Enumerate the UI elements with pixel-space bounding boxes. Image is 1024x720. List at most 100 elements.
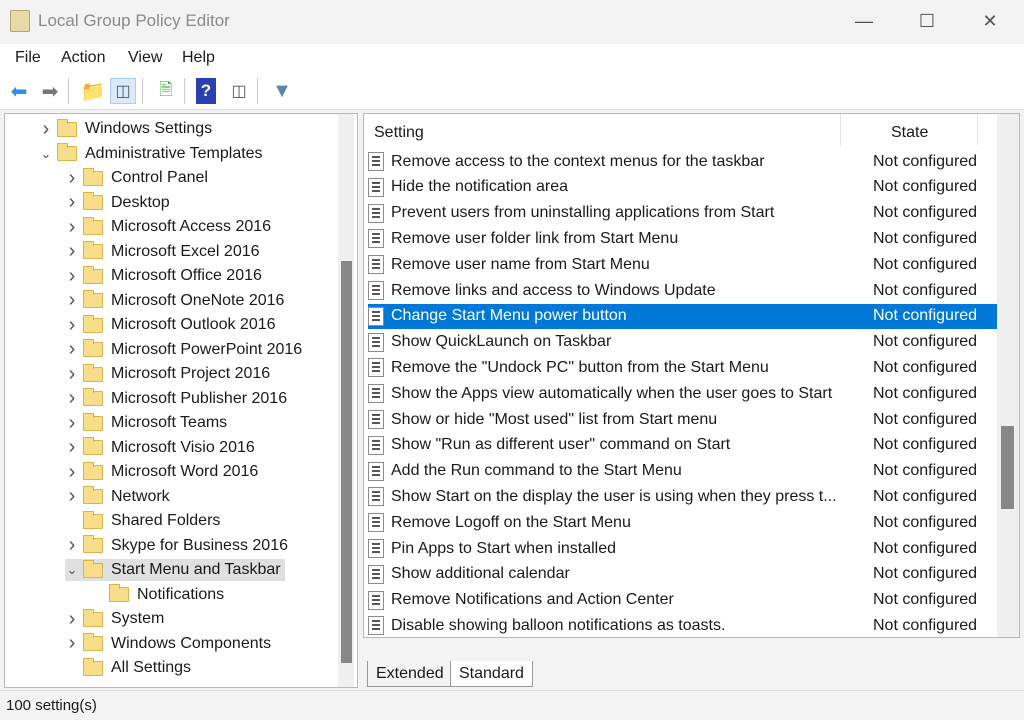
chevron-right-icon[interactable]: › [65,608,79,631]
help-icon[interactable]: ? [196,78,216,104]
chevron-right-icon[interactable]: › [65,461,79,484]
tree-item[interactable]: › Microsoft Publisher 2016 [65,387,291,410]
chevron-right-icon[interactable]: › [65,387,79,410]
tree-item[interactable]: › Microsoft Excel 2016 [65,240,264,263]
setting-row[interactable]: Remove Notifications and Action Center No… [368,588,998,613]
tree-item[interactable]: ⌄ Administrative Templates [39,143,267,165]
tree-item[interactable]: › Microsoft Access 2016 [65,216,275,238]
menu-file[interactable]: File [15,49,41,67]
tree-item[interactable]: Shared Folders [65,510,224,532]
setting-row[interactable]: Remove user name from Start Menu Not conf… [368,252,998,277]
tree-item[interactable]: › Microsoft Word 2016 [65,461,262,483]
policy-setting-icon [368,410,384,429]
chevron-right-icon[interactable]: › [65,240,79,263]
up-folder-icon[interactable]: 📁 [80,78,106,104]
tree-item[interactable]: › Microsoft OneNote 2016 [65,289,288,312]
list-vertical-scrollbar-thumb[interactable] [1001,426,1014,509]
back-arrow-icon[interactable]: ⬅ [6,78,32,104]
tree-item[interactable]: › System [65,608,168,630]
menu-help[interactable]: Help [182,49,215,67]
chevron-right-icon[interactable]: › [65,191,79,214]
chevron-right-icon[interactable]: › [65,314,79,337]
setting-row[interactable]: Pin Apps to Start when installed Not conf… [368,536,998,561]
chevron-right-icon[interactable]: › [65,167,79,190]
setting-row[interactable]: Remove links and access to Windows Updat… [368,278,998,303]
chevron-right-icon[interactable]: › [65,534,79,557]
setting-row[interactable]: Show the Apps view automatically when th… [368,381,998,406]
tree-item[interactable]: All Settings [65,657,195,679]
setting-row[interactable]: Remove user folder link from Start Menu N… [368,226,998,251]
close-button[interactable]: ✕ [970,8,1010,34]
chevron-right-icon[interactable]: › [65,265,79,288]
filter-icon[interactable]: ▼ [269,78,295,104]
setting-row[interactable]: Show or hide "Most used" list from Start… [368,407,998,432]
tree-scrollbar-thumb[interactable] [341,261,352,663]
chevron-right-icon[interactable]: › [65,338,79,361]
tree-item[interactable]: › Control Panel [65,167,212,189]
tree-item[interactable]: › Microsoft PowerPoint 2016 [65,338,306,361]
chevron-right-icon[interactable]: › [65,289,79,312]
policy-setting-icon [368,539,384,558]
menu-action[interactable]: Action [61,49,105,67]
setting-row[interactable]: Show additional calendar Not configured [368,562,998,587]
policy-setting-icon [368,229,384,249]
chevron-right-icon[interactable]: › [65,412,79,435]
tree-item[interactable]: › Skype for Business 2016 [65,534,292,557]
tree-item[interactable]: › Microsoft Outlook 2016 [65,314,280,336]
chevron-right-icon[interactable]: › [39,118,53,141]
tree-item[interactable]: › Microsoft Teams [65,412,231,434]
tab-standard[interactable]: Standard [450,661,533,687]
setting-row[interactable]: Remove access to the context menus for t… [368,149,998,174]
tree-item[interactable]: › Microsoft Visio 2016 [65,436,259,459]
setting-row[interactable]: Hide the notification area Not configured [368,175,998,200]
tree-item[interactable]: › Microsoft Project 2016 [65,363,274,385]
menu-view[interactable]: View [128,49,162,67]
chevron-down-icon[interactable]: ⌄ [65,562,79,578]
tree-item[interactable]: › Network [65,485,174,508]
chevron-right-icon[interactable]: › [65,632,79,655]
tree-item[interactable]: Notifications [91,584,228,606]
policy-setting-icon [368,487,384,507]
chevron-down-icon[interactable]: ⌄ [39,146,53,162]
show-action-pane-icon[interactable]: ◫ [226,78,252,104]
tree-item[interactable]: › Microsoft Office 2016 [65,265,266,287]
setting-row[interactable]: Add the Run command to the Start Menu Not… [368,459,998,484]
setting-name: Change Start Menu power button [391,307,627,325]
column-divider[interactable] [977,114,978,146]
setting-row[interactable]: Remove Logoff on the Start Menu Not confi… [368,510,998,535]
chevron-right-icon[interactable]: › [65,216,79,239]
policy-setting-icon [368,281,384,300]
forward-arrow-icon[interactable]: ➡ [37,78,63,104]
settings-list: Setting State Remove access to the conte… [363,113,1020,638]
maximize-button[interactable]: ☐ [907,8,947,34]
tree-item[interactable]: › Desktop [65,191,174,214]
show-hide-console-tree-icon[interactable]: ◫ [110,78,136,104]
folder-icon [83,437,103,455]
folder-icon [109,584,129,602]
export-list-icon[interactable]: 🗎 [153,78,179,104]
tree-item[interactable]: › Windows Settings [39,118,216,140]
column-header-setting[interactable]: Setting [374,124,424,142]
setting-state: Not configured [873,591,978,609]
setting-row[interactable]: Show Start on the display the user is us… [368,484,998,509]
chevron-right-icon[interactable]: › [65,485,79,508]
setting-row[interactable]: Change Start Menu power button Not config… [368,303,998,329]
setting-row[interactable]: Show QuickLaunch on Taskbar Not configure… [368,330,998,355]
chevron-right-icon[interactable]: › [65,363,79,386]
setting-name: Remove links and access to Windows Updat… [391,281,716,299]
chevron-right-icon[interactable]: › [65,436,79,459]
setting-row[interactable]: Remove the "Undock PC" button from the S… [368,355,998,380]
tab-extended[interactable]: Extended [367,661,453,687]
column-header-state[interactable]: State [891,124,928,142]
minimize-button[interactable]: — [844,8,884,34]
tree-item[interactable]: ⌄ Start Menu and Taskbar [65,559,285,581]
list-vertical-scrollbar[interactable] [997,114,1019,637]
policy-setting-icon [368,590,384,610]
tree-item[interactable]: › Windows Components [65,632,275,655]
column-divider[interactable] [840,114,841,146]
setting-row[interactable]: Show "Run as different user" command on … [368,433,998,458]
setting-row[interactable]: Disable showing balloon notifications as… [368,613,998,637]
tree-item-label: Skype for Business 2016 [111,536,288,554]
setting-row[interactable]: Prevent users from uninstalling applicat… [368,201,998,226]
tree-item-label: Microsoft PowerPoint 2016 [111,340,303,358]
